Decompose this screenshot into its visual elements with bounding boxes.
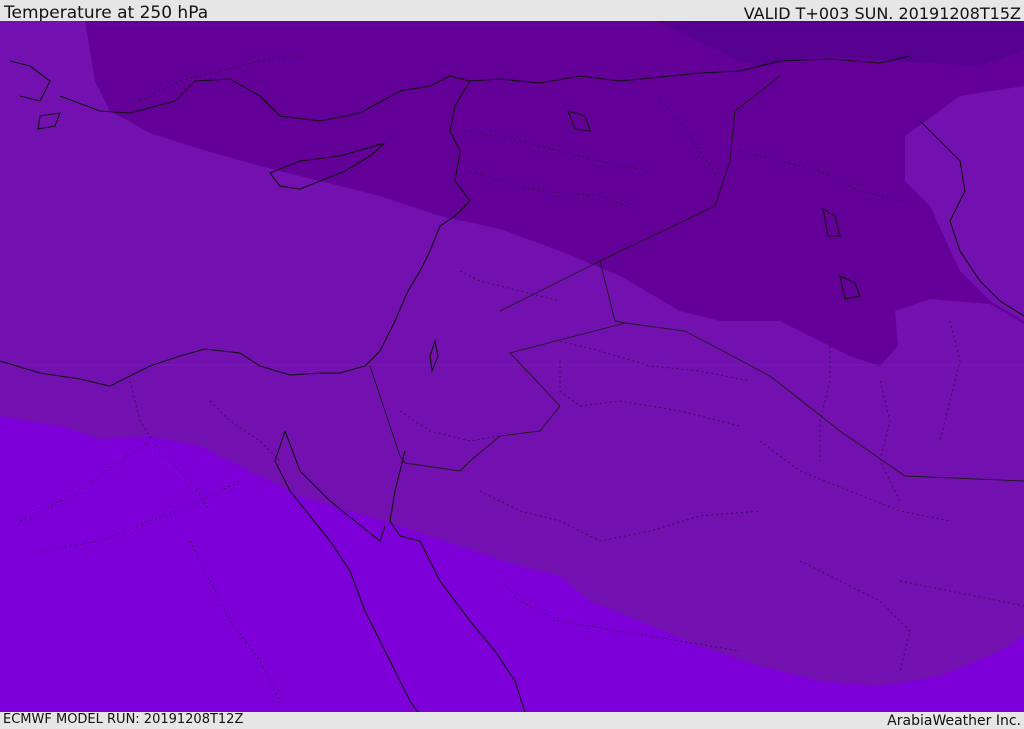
credit-label: ArabiaWeather Inc. [887, 713, 1021, 729]
footer-bar: ECMWF MODEL RUN: 20191208T12Z ArabiaWeat… [0, 712, 1024, 729]
temperature-map-canvas [0, 21, 1024, 712]
model-run-label: ECMWF MODEL RUN: 20191208T12Z [3, 712, 244, 727]
map-title: Temperature at 250 hPa [4, 3, 209, 23]
weather-map[interactable] [0, 21, 1024, 712]
header-bar: Temperature at 250 hPa VALID T+003 SUN. … [0, 0, 1024, 23]
